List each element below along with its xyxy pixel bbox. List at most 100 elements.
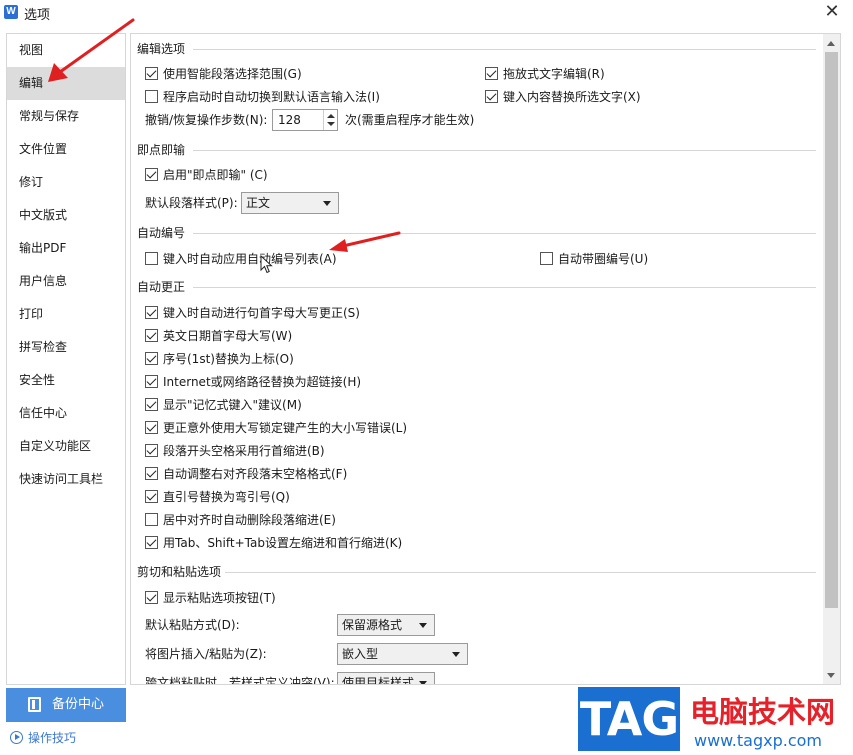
default-style-value: 正文 (246, 196, 271, 210)
sidebar-item-quick-access[interactable]: 快速访问工具栏 (7, 463, 125, 496)
default-paste-label: 默认粘贴方式(D): (145, 618, 240, 632)
checkbox-auto-circle-number[interactable]: 自动带圈编号(U) (540, 250, 648, 268)
site-watermark: TAG 电脑技术网 www.tagxp.com (578, 683, 840, 755)
checkbox-box (145, 168, 158, 181)
scrollbar-thumb[interactable] (825, 52, 838, 608)
checkbox-box (145, 490, 158, 503)
checkbox-box (145, 252, 158, 265)
checkbox-autocorrect-caps-lock[interactable]: 更正意外使用大写锁定键产生的大小写错误(L) (145, 419, 407, 437)
sidebar-item-view[interactable]: 视图 (7, 34, 125, 67)
wps-app-icon: W (4, 5, 18, 19)
spin-up-icon[interactable] (327, 114, 335, 118)
sidebar-item-edit[interactable]: 编辑 (7, 67, 125, 100)
backup-center-button[interactable]: 备份中心 (6, 688, 126, 722)
checkbox-autocorrect-autocomplete[interactable]: 显示"记忆式键入"建议(M) (145, 396, 302, 414)
sidebar-item-spell-check[interactable]: 拼写检查 (7, 331, 125, 364)
sidebar-item-export-pdf[interactable]: 输出PDF (7, 232, 125, 265)
checkbox-label: 键入时自动应用自动编号列表(A) (163, 252, 337, 266)
section-divider (193, 49, 816, 50)
sidebar-item-revision[interactable]: 修订 (7, 166, 125, 199)
undo-steps-label: 撤销/恢复操作步数(N): (145, 113, 268, 127)
insert-image-value: 嵌入型 (342, 647, 379, 661)
section-divider (193, 150, 816, 151)
chevron-down-icon (452, 652, 460, 657)
checkbox-box (145, 67, 158, 80)
checkbox-label: 居中对齐时自动删除段落缩进(E) (163, 513, 336, 527)
section-title-autocorrect: 自动更正 (137, 280, 186, 294)
checkbox-box (145, 90, 158, 103)
backup-center-label: 备份中心 (52, 697, 105, 712)
checkbox-box (145, 352, 158, 365)
checkbox-box (145, 536, 158, 549)
scroll-up-icon[interactable] (827, 41, 835, 46)
default-style-label: 默认段落样式(P): (145, 196, 238, 210)
checkbox-label: 英文日期首字母大写(W) (163, 329, 293, 343)
cross-doc-paste-label: 跨文档粘贴时，若样式定义冲突(V): (145, 676, 335, 685)
close-button[interactable]: ✕ (819, 1, 845, 25)
checkbox-drag-drop[interactable]: 拖放式文字编辑(R) (485, 65, 605, 83)
spin-down-icon[interactable] (327, 122, 335, 126)
sidebar-item-chinese-layout[interactable]: 中文版式 (7, 199, 125, 232)
checkbox-auto-ime[interactable]: 程序启动时自动切换到默认语言输入法(I) (145, 88, 380, 106)
close-icon: ✕ (824, 1, 840, 22)
insert-image-dropdown[interactable]: 嵌入型 (337, 643, 468, 665)
checkbox-box (145, 306, 158, 319)
chevron-down-icon (419, 681, 427, 684)
checkbox-autocorrect-ordinal[interactable]: 序号(1st)替换为上标(O) (145, 350, 294, 368)
undo-steps-spinner[interactable]: 128 (272, 109, 338, 131)
watermark-url: www.tagxp.com (694, 731, 822, 750)
sidebar-item-user-info[interactable]: 用户信息 (7, 265, 125, 298)
tips-label: 操作技巧 (28, 731, 77, 745)
vertical-scrollbar[interactable] (823, 34, 840, 684)
sidebar-item-general-save[interactable]: 常规与保存 (7, 100, 125, 133)
checkbox-label: 启用"即点即输" (C) (163, 168, 268, 182)
checkbox-autocorrect-tab-indent[interactable]: 用Tab、Shift+Tab设置左缩进和首行缩进(K) (145, 534, 402, 552)
checkbox-label: 键入时自动进行句首字母大写更正(S) (163, 306, 360, 320)
checkbox-autocorrect-capitalize[interactable]: 键入时自动进行句首字母大写更正(S) (145, 304, 360, 322)
checkbox-label: 序号(1st)替换为上标(O) (163, 352, 294, 366)
checkbox-label: 更正意外使用大写锁定键产生的大小写错误(L) (163, 421, 408, 435)
sidebar-item-file-location[interactable]: 文件位置 (7, 133, 125, 166)
default-paste-dropdown[interactable]: 保留源格式 (337, 614, 435, 636)
spinner-buttons (323, 110, 337, 130)
sidebar-item-trust-center[interactable]: 信任中心 (7, 397, 125, 430)
scroll-down-icon[interactable] (827, 673, 835, 678)
checkbox-autocorrect-center-indent[interactable]: 居中对齐时自动删除段落缩进(E) (145, 511, 336, 529)
sidebar-item-print[interactable]: 打印 (7, 298, 125, 331)
checkbox-label: 键入内容替换所选文字(X) (503, 90, 641, 104)
checkbox-show-paste-button[interactable]: 显示粘贴选项按钮(T) (145, 589, 276, 607)
insert-image-label: 将图片插入/粘贴为(Z): (145, 647, 267, 661)
section-divider (193, 287, 816, 288)
checkbox-typing-replaces[interactable]: 键入内容替换所选文字(X) (485, 88, 641, 106)
checkbox-box (145, 513, 158, 526)
checkbox-box (485, 90, 498, 103)
checkbox-label: 显示"记忆式键入"建议(M) (163, 398, 302, 412)
checkbox-box (145, 444, 158, 457)
checkbox-autocorrect-right-align[interactable]: 自动调整右对齐段落末空格格式(F) (145, 465, 347, 483)
checkbox-box (485, 67, 498, 80)
checkbox-label: 用Tab、Shift+Tab设置左缩进和首行缩进(K) (163, 536, 403, 550)
section-title-cut-paste: 剪切和粘贴选项 (137, 565, 222, 579)
section-title-auto-numbering: 自动编号 (137, 226, 186, 240)
options-sidebar: 视图 编辑 常规与保存 文件位置 修订 中文版式 输出PDF 用户信息 打印 拼… (6, 33, 126, 685)
cross-doc-paste-dropdown[interactable]: 使用目标样式 (337, 672, 435, 684)
checkbox-box (145, 421, 158, 434)
undo-steps-note: 次(需重启程序才能生效) (345, 113, 475, 127)
sidebar-item-security[interactable]: 安全性 (7, 364, 125, 397)
default-paste-value: 保留源格式 (342, 618, 403, 632)
checkbox-autocorrect-hyperlink[interactable]: Internet或网络路径替换为超链接(H) (145, 373, 361, 391)
section-divider (193, 233, 816, 234)
checkbox-box (145, 329, 158, 342)
section-title-edit-options: 编辑选项 (137, 42, 186, 56)
default-style-dropdown[interactable]: 正文 (241, 192, 339, 214)
tips-link[interactable]: 操作技巧 (10, 729, 76, 747)
sidebar-item-custom-ribbon[interactable]: 自定义功能区 (7, 430, 125, 463)
checkbox-autocorrect-smart-quotes[interactable]: 直引号替换为弯引号(Q) (145, 488, 290, 506)
checkbox-autocorrect-leading-space[interactable]: 段落开头空格采用行首缩进(B) (145, 442, 325, 460)
checkbox-auto-list[interactable]: 键入时自动应用自动编号列表(A) (145, 250, 337, 268)
checkbox-click-and-type[interactable]: 启用"即点即输" (C) (145, 166, 268, 184)
checkbox-label: 程序启动时自动切换到默认语言输入法(I) (163, 90, 380, 104)
checkbox-autocorrect-english-date[interactable]: 英文日期首字母大写(W) (145, 327, 292, 345)
checkbox-smart-select[interactable]: 使用智能段落选择范围(G) (145, 65, 302, 83)
checkbox-box (145, 375, 158, 388)
